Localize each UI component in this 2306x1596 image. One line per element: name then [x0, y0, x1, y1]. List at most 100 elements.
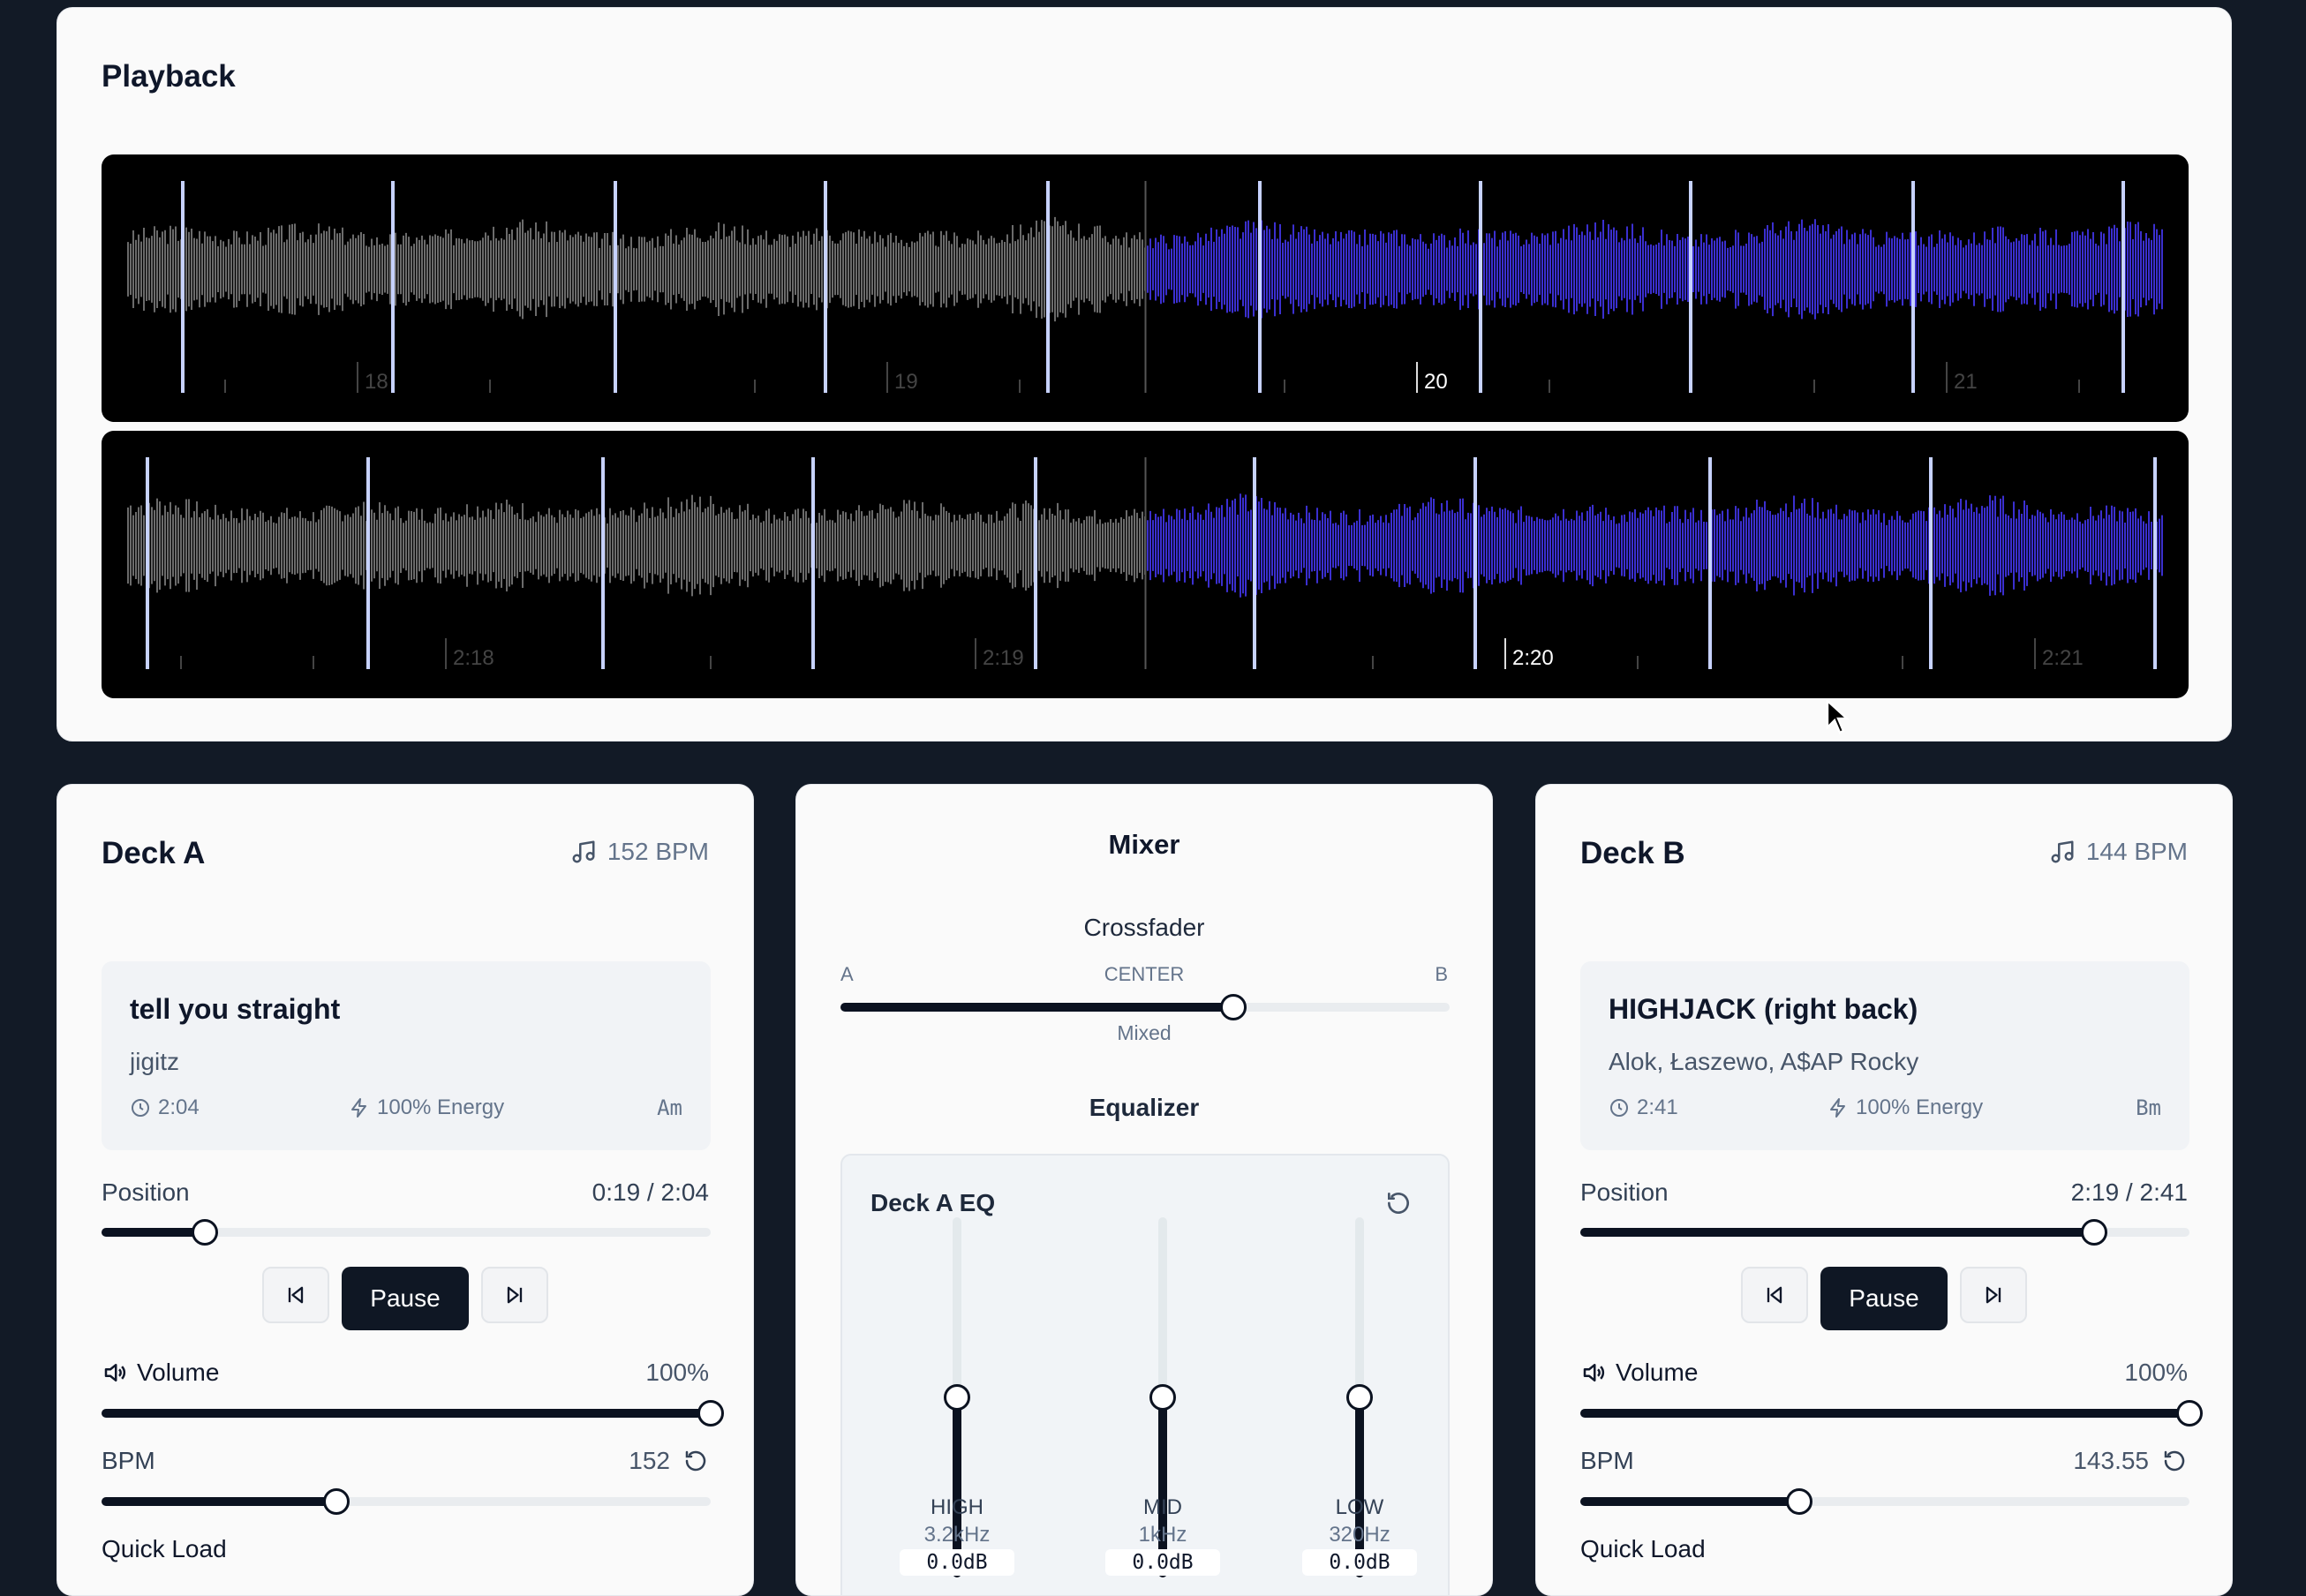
bpm-slider-fill — [1580, 1497, 1800, 1506]
next-button[interactable] — [1960, 1267, 2027, 1323]
crossfader-thumb[interactable] — [1220, 994, 1247, 1020]
waveform-played — [127, 216, 1146, 322]
skip-forward-icon — [1981, 1283, 2006, 1307]
skip-back-icon — [283, 1283, 308, 1307]
position-slider[interactable] — [102, 1219, 711, 1246]
volume-slider-fill — [102, 1409, 711, 1418]
volume-slider[interactable] — [1580, 1400, 2203, 1427]
lightning-icon — [1827, 1097, 1849, 1118]
track-energy-value: 100% Energy — [1856, 1095, 1984, 1119]
bpm-value-row: 152 — [629, 1447, 709, 1475]
crossfader-center: CENTER — [1104, 963, 1185, 985]
position-slider-fill — [1580, 1228, 2094, 1237]
deck-b-track-info: HIGHJACK (right back) Alok, Łaszewo, A$A… — [1580, 961, 2189, 1150]
speaker-icon — [102, 1359, 128, 1386]
mixer-card: Mixer Crossfader A CENTER B Mixed Equali… — [795, 784, 1493, 1596]
time-tick-label: 19 — [894, 370, 918, 394]
waveform-deck-a[interactable]: 18 19 20 21 — [102, 154, 2189, 422]
quick-load-label: Quick Load — [102, 1535, 227, 1562]
bpm-value: 143.55 — [2073, 1447, 2149, 1474]
volume-label: Volume — [1580, 1359, 1698, 1387]
bpm-value-row: 143.55 — [2073, 1447, 2188, 1475]
previous-button[interactable] — [1741, 1267, 1808, 1323]
reset-icon[interactable] — [682, 1448, 709, 1474]
position-label: Position — [102, 1178, 190, 1206]
time-tick-label: 2:19 — [983, 646, 1024, 670]
track-energy-value: 100% Energy — [377, 1095, 505, 1119]
eq-panel-title: Deck A EQ — [870, 1189, 996, 1216]
eq-band-frequency: 320Hz — [1329, 1523, 1390, 1547]
deck-a-track-info: tell you straight jigitz 2:04 100% Energ… — [102, 961, 711, 1150]
playback-card: Playback 18 19 20 21 2:18 2:19 2:20 2:21 — [57, 7, 2232, 742]
lightning-icon — [349, 1097, 370, 1118]
track-artist: Alok, Łaszewo, A$AP Rocky — [1609, 1048, 1919, 1075]
position-slider[interactable] — [1580, 1219, 2189, 1246]
track-key: Bm — [2136, 1095, 2161, 1120]
deck-b-bpm-text: 144 BPM — [2085, 838, 2188, 865]
skip-forward-icon — [502, 1283, 527, 1307]
waveform-svg: 2:18 2:19 2:20 2:21 — [127, 457, 2163, 670]
reset-icon[interactable] — [2161, 1448, 2188, 1474]
crossfader-mode: Mixed — [1117, 1021, 1172, 1044]
track-title: tell you straight — [130, 993, 341, 1025]
track-duration: 2:41 — [1609, 1095, 1678, 1120]
equalizer-title: Equalizer — [1089, 1094, 1200, 1121]
position-slider-fill — [102, 1228, 206, 1237]
track-duration: 2:04 — [130, 1095, 200, 1120]
bpm-slider[interactable] — [102, 1488, 711, 1515]
deck-b-card: Deck B 144 BPM HIGHJACK (right back) Alo… — [1535, 784, 2233, 1596]
position-value: 2:19 / 2:41 — [2070, 1178, 2188, 1206]
eq-band-frequency: 3.2kHz — [923, 1523, 991, 1547]
bpm-slider[interactable] — [1580, 1488, 2189, 1515]
bpm-slider-fill — [102, 1497, 336, 1506]
eq-slider-thumb[interactable] — [944, 1384, 970, 1411]
clock-icon — [130, 1097, 151, 1118]
pause-button[interactable]: Pause — [342, 1267, 469, 1330]
eq-slider-thumb[interactable] — [1346, 1384, 1373, 1411]
volume-value: 100% — [645, 1359, 709, 1386]
eq-slider-thumb[interactable] — [1149, 1384, 1176, 1411]
bpm-slider-thumb[interactable] — [1786, 1488, 1813, 1515]
position-value: 0:19 / 2:04 — [592, 1178, 709, 1206]
eq-reset-icon[interactable] — [1384, 1189, 1413, 1217]
time-tick-label: 2:18 — [453, 646, 494, 670]
volume-slider[interactable] — [102, 1400, 724, 1427]
skip-back-icon — [1762, 1283, 1787, 1307]
track-key: Am — [657, 1095, 682, 1120]
position-slider-thumb[interactable] — [2080, 1219, 2107, 1246]
waveform-svg: 18 19 20 21 — [127, 181, 2163, 394]
track-artist: jigitz — [130, 1048, 180, 1075]
deck-a-title: Deck A — [102, 836, 206, 870]
volume-label-text: Volume — [137, 1359, 220, 1386]
bpm-label: BPM — [102, 1447, 155, 1474]
volume-slider-thumb[interactable] — [2176, 1400, 2203, 1427]
previous-button[interactable] — [262, 1267, 329, 1323]
deck-b-title: Deck B — [1580, 836, 1685, 870]
volume-slider-thumb[interactable] — [697, 1400, 724, 1427]
crossfader-fill — [840, 1003, 1234, 1012]
pause-button[interactable]: Pause — [1820, 1267, 1948, 1330]
volume-label-text: Volume — [1616, 1359, 1699, 1386]
mixer-title: Mixer — [1108, 829, 1180, 860]
time-tick-label: 21 — [1954, 370, 1978, 394]
bpm-label: BPM — [1580, 1447, 1634, 1474]
mouse-cursor-icon — [1826, 699, 1850, 734]
crossfader-slider[interactable] — [840, 994, 1450, 1020]
eq-band-frequency: 1kHz — [1138, 1523, 1187, 1547]
bpm-slider-thumb[interactable] — [322, 1488, 350, 1515]
volume-value: 100% — [2124, 1359, 2188, 1386]
waveform-remaining — [1147, 219, 2163, 320]
speaker-icon — [1580, 1359, 1607, 1386]
waveform-deck-b[interactable]: 2:18 2:19 2:20 2:21 — [102, 431, 2189, 698]
time-tick-label: 20 — [1424, 370, 1448, 394]
eq-band-value: 0.0dB — [1302, 1549, 1417, 1576]
playback-title: Playback — [102, 59, 236, 94]
time-tick-label: 2:20 — [1512, 646, 1554, 670]
position-slider-thumb[interactable] — [192, 1219, 219, 1246]
waveform-remaining — [1147, 493, 2163, 598]
clock-icon — [1609, 1097, 1630, 1118]
volume-slider-fill — [1580, 1409, 2189, 1418]
quick-load-label: Quick Load — [1580, 1535, 1706, 1562]
next-button[interactable] — [481, 1267, 548, 1323]
track-energy: 100% Energy — [1827, 1095, 1983, 1120]
